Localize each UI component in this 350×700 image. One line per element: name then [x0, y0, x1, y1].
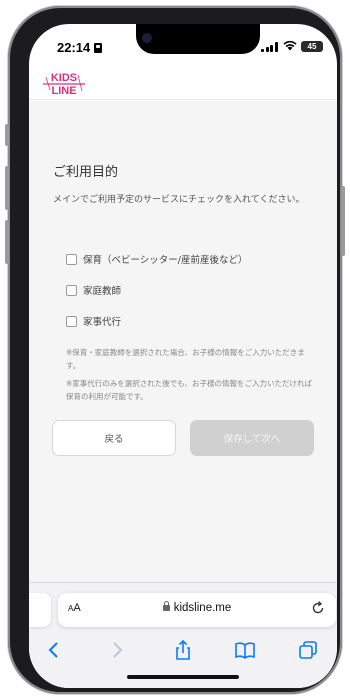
url-display[interactable]: kidsline.me: [58, 601, 336, 614]
kidsline-logo[interactable]: KIDS LINE: [40, 69, 88, 97]
checkbox-tutor[interactable]: [66, 284, 77, 296]
bookmarks-icon[interactable]: [234, 639, 256, 661]
cellular-signal-icon: [261, 42, 278, 52]
wifi-icon: [283, 40, 297, 51]
status-time: 22:14: [57, 40, 103, 55]
phone-frame: 22:14 45 KIDS LINE ご利用目的 メインでご利用予定のサービスに…: [5, 6, 345, 694]
option-tutor[interactable]: 家庭教師: [66, 283, 121, 297]
battery-level: 45: [307, 42, 317, 51]
address-bar[interactable]: AA kidsline.me: [58, 593, 336, 627]
url-text: kidsline.me: [173, 602, 232, 614]
site-header: KIDS LINE: [29, 64, 337, 100]
note-childcare: ※保育・家庭教師を選択された場合、お子様の情報をご入力いただきます。: [66, 348, 305, 370]
tabs-icon[interactable]: [297, 639, 319, 661]
power-button: [341, 186, 345, 256]
share-icon[interactable]: [172, 639, 194, 661]
option-tutor-label: 家庭教師: [83, 286, 122, 297]
option-childcare[interactable]: 保育（ベビーシッター/産前産後など）: [66, 252, 248, 266]
safari-toolbar: AA kidsline.me: [29, 582, 337, 688]
form-area: ご利用目的 メインでご利用予定のサービスにチェックを入れてください。 保育（ベビ…: [29, 101, 337, 591]
logo-text-bottom: LINE: [51, 85, 76, 97]
clock-text: 22:14: [57, 40, 91, 55]
lock-icon: [162, 601, 170, 611]
camera-icon: [142, 33, 152, 43]
mute-switch: [5, 124, 9, 146]
page-description: メインでご利用予定のサービスにチェックを入れてください。: [53, 195, 305, 205]
save-and-next-button[interactable]: 保存して次へ: [190, 420, 314, 456]
notch: [136, 24, 260, 54]
checkbox-housekeeping[interactable]: [66, 315, 77, 327]
option-housekeeping[interactable]: 家事代行: [66, 314, 121, 328]
back-button[interactable]: 戻る: [52, 420, 176, 456]
screen: 22:14 45 KIDS LINE ご利用目的 メインでご利用予定のサービスに…: [29, 24, 337, 688]
logo-text-top: KIDS: [51, 72, 77, 84]
home-indicator: [127, 675, 239, 679]
volume-down-button: [5, 220, 9, 264]
option-housekeeping-label: 家事代行: [83, 317, 122, 328]
focus-mode-icon: [94, 42, 103, 53]
option-childcare-label: 保育（ベビーシッター/産前産後など）: [83, 255, 248, 266]
reload-icon[interactable]: [310, 600, 326, 616]
page-title: ご利用目的: [53, 165, 119, 180]
previous-tab-preview[interactable]: [29, 593, 51, 627]
forward-arrow-icon[interactable]: [106, 639, 128, 661]
back-arrow-icon[interactable]: [43, 639, 65, 661]
note-housekeeping: ※家事代行のみを選択された後でも、お子様の情報をご入力いただければ保育の利用が可…: [66, 379, 313, 401]
checkbox-childcare[interactable]: [66, 253, 77, 265]
battery-icon: 45: [301, 41, 323, 52]
volume-up-button: [5, 166, 9, 210]
